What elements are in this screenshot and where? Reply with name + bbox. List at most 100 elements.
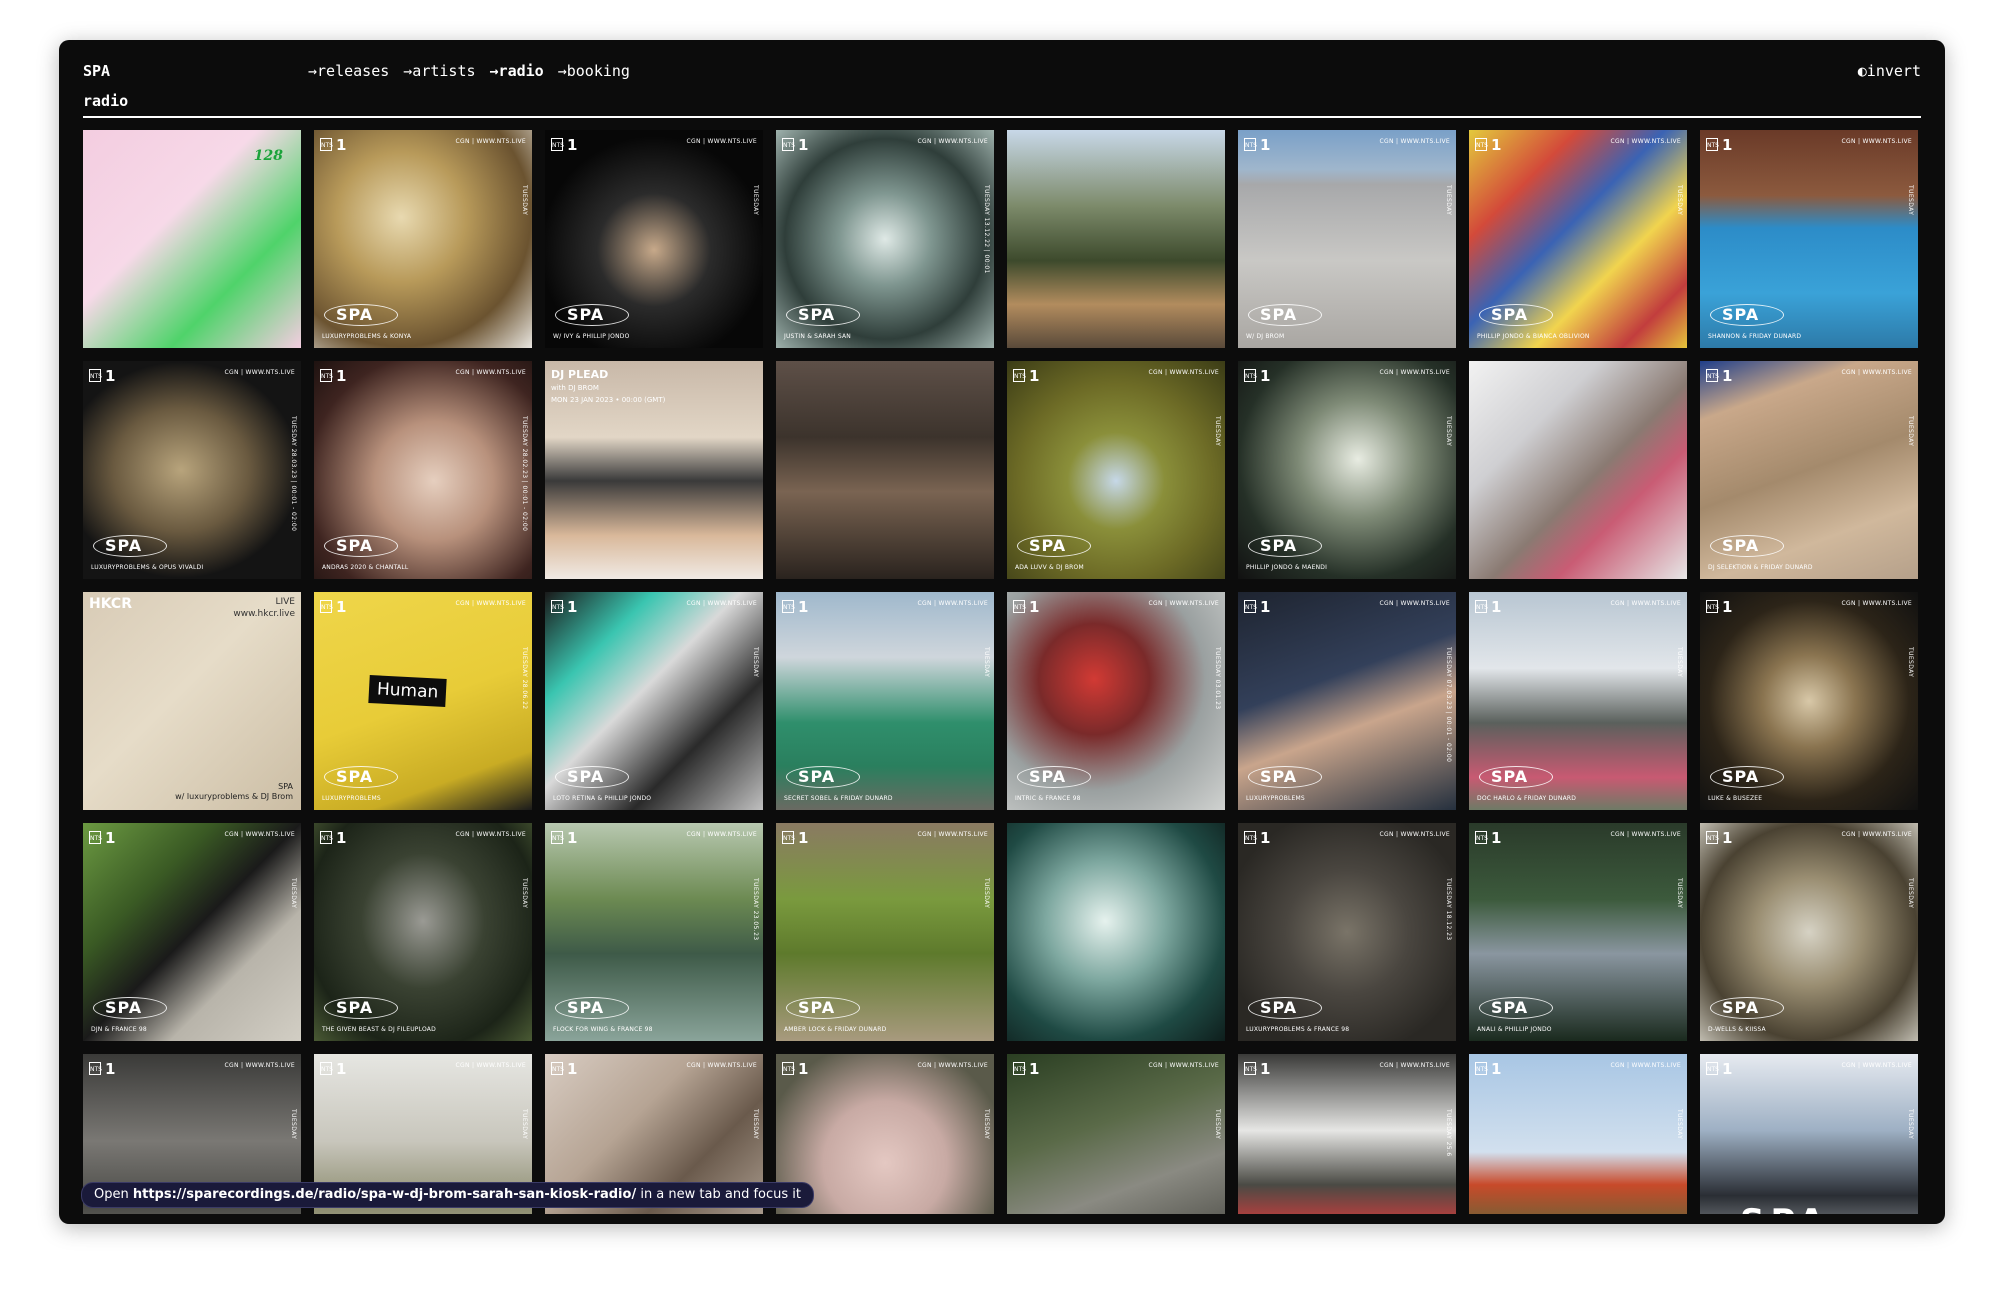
radio-show-tile[interactable] bbox=[776, 361, 994, 579]
nav-booking[interactable]: →booking bbox=[558, 62, 630, 80]
station-url: CGN | WWW.NTS.LIVE bbox=[1379, 138, 1450, 145]
nts-channel: 1 bbox=[1491, 1059, 1502, 1078]
radio-show-tile[interactable]: NTS1 CGN | WWW.NTS.LIVE TUESDAY SPA bbox=[1700, 1054, 1918, 1214]
nts-channel: 1 bbox=[1722, 828, 1733, 847]
show-date: TUESDAY 25.6 bbox=[1445, 1109, 1452, 1157]
show-guests: LUXURYPROBLEMS bbox=[322, 795, 381, 802]
status-prefix: Open bbox=[94, 1187, 129, 1202]
spa-logo: SPA bbox=[1491, 767, 1529, 786]
nts-badge: NTS 1 bbox=[551, 1060, 577, 1078]
station-url: CGN | WWW.NTS.LIVE bbox=[455, 600, 526, 607]
radio-show-tile[interactable]: NTS 1 CGN | WWW.NTS.LIVE TUESDAY bbox=[1469, 1054, 1687, 1214]
link-status-tooltip: Open https://sparecordings.de/radio/spa-… bbox=[81, 1182, 814, 1208]
station-url: CGN | WWW.NTS.LIVE bbox=[686, 831, 757, 838]
show-guests: DOC HARLO & FRIDAY DUNARD bbox=[1477, 795, 1577, 802]
invert-toggle[interactable]: ◐invert bbox=[1858, 62, 1921, 80]
radio-show-tile[interactable]: HKCR LIVE www.hkcr.live SPA w/ luxuryproblem… bbox=[83, 592, 301, 810]
nav-artists[interactable]: →artists bbox=[403, 62, 475, 80]
nts-mark-icon: NTS bbox=[782, 831, 795, 844]
nts-channel: 1 bbox=[336, 1059, 347, 1078]
browser-page: SPA →releases →artists →radio →booking ◐… bbox=[59, 40, 1945, 1224]
site-logo[interactable]: SPA bbox=[83, 62, 110, 80]
radio-show-tile[interactable]: NTS 1 CGN | WWW.NTS.LIVE TUESDAY SPA AMBER LO… bbox=[776, 823, 994, 1041]
nts-mark-icon: NTS bbox=[1013, 369, 1026, 382]
show-guests: SHANNON & FRIDAY DUNARD bbox=[1708, 333, 1802, 340]
nts-badge: NTS 1 bbox=[1013, 1060, 1039, 1078]
station-url: CGN | WWW.NTS.LIVE bbox=[917, 600, 988, 607]
radio-show-tile[interactable]: NTS 1 CGN | WWW.NTS.LIVE TUESDAY SPA SHANNON … bbox=[1700, 130, 1918, 348]
nav-releases[interactable]: →releases bbox=[308, 62, 389, 80]
radio-show-tile[interactable]: NTS 1 CGN | WWW.NTS.LIVE TUESDAY SPA ANALI & … bbox=[1469, 823, 1687, 1041]
show-date: TUESDAY bbox=[1445, 185, 1452, 216]
radio-show-tile[interactable]: NTS 1 CGN | WWW.NTS.LIVE TUESDAY SPA LOTO RET… bbox=[545, 592, 763, 810]
nts-mark-icon: NTS bbox=[1706, 369, 1719, 382]
radio-show-tile[interactable]: NTS 1 CGN | WWW.NTS.LIVE TUESDAY SPA PHILLIP … bbox=[1469, 130, 1687, 348]
radio-show-tile[interactable]: NTS 1 CGN | WWW.NTS.LIVE TUESDAY 28.02.23 |… bbox=[314, 361, 532, 579]
radio-show-tile[interactable]: NTS 1 CGN | WWW.NTS.LIVE TUESDAY SPA THE GIVE… bbox=[314, 823, 532, 1041]
radio-show-tile[interactable]: NTS 1 CGN | WWW.NTS.LIVE TUESDAY SPA SECRET S… bbox=[776, 592, 994, 810]
radio-show-tile[interactable]: NTS 1 CGN | WWW.NTS.LIVE TUESDAY 13.12.22 |… bbox=[776, 130, 994, 348]
show-date: TUESDAY 18.12.23 bbox=[1445, 878, 1452, 941]
radio-show-tile[interactable]: 128 bbox=[83, 130, 301, 348]
nts-badge: NTS 1 bbox=[1244, 136, 1270, 154]
spa-logo: SPA bbox=[336, 998, 374, 1017]
radio-show-tile[interactable]: NTS 1 CGN | WWW.NTS.LIVE TUESDAY SPA PHILLIP … bbox=[1238, 361, 1456, 579]
radio-show-tile[interactable]: DJ PLEAD with DJ BROM MON 23 JAN 2023 • 00… bbox=[545, 361, 763, 579]
station-url: CGN | WWW.NTS.LIVE bbox=[1841, 1062, 1912, 1069]
nts-mark-icon: NTS bbox=[1244, 369, 1257, 382]
show-guests: LOTO RETINA & PHILLIP JONDO bbox=[553, 795, 652, 802]
nts-channel: 1 bbox=[798, 597, 809, 616]
radio-show-tile[interactable]: NTS 1 CGN | WWW.NTS.LIVE TUESDAY SPA LUKE & B… bbox=[1700, 592, 1918, 810]
radio-show-tile[interactable]: NTS 1 CGN | WWW.NTS.LIVE TUESDAY 07.03.23 |… bbox=[1238, 592, 1456, 810]
station-url: CGN | WWW.NTS.LIVE bbox=[686, 600, 757, 607]
radio-show-tile[interactable]: NTS 1 CGN | WWW.NTS.LIVE TUESDAY SPA LUXURYPR… bbox=[314, 130, 532, 348]
radio-show-tile[interactable]: NTS 1 CGN | WWW.NTS.LIVE TUESDAY bbox=[1007, 1054, 1225, 1214]
spa-logo: SPA bbox=[1740, 1202, 1831, 1214]
nts-channel: 1 bbox=[798, 135, 809, 154]
show-artwork bbox=[1700, 1054, 1918, 1214]
show-date: TUESDAY 28.02.23 | 00:01 - 02:00 bbox=[521, 416, 528, 532]
radio-show-tile[interactable] bbox=[1007, 823, 1225, 1041]
station-url: CGN | WWW.NTS.LIVE bbox=[224, 1062, 295, 1069]
nts-channel: 1 bbox=[105, 828, 116, 847]
radio-show-tile[interactable]: NTS 1 CGN | WWW.NTS.LIVE TUESDAY 23.05.23 SP… bbox=[545, 823, 763, 1041]
radio-show-tile[interactable] bbox=[1469, 361, 1687, 579]
radio-show-tile[interactable]: NTS 1 CGN | WWW.NTS.LIVE TUESDAY 28.03.23 |… bbox=[83, 361, 301, 579]
show-date: TUESDAY bbox=[290, 878, 297, 909]
hckr-live: LIVE bbox=[275, 597, 295, 607]
radio-show-tile[interactable]: NTS 1 CGN | WWW.NTS.LIVE TUESDAY SPA W/ IVY &… bbox=[545, 130, 763, 348]
radio-show-tile[interactable]: NTS 1 CGN | WWW.NTS.LIVE TUESDAY SPA D-WELLS … bbox=[1700, 823, 1918, 1041]
radio-show-tile[interactable] bbox=[1007, 130, 1225, 348]
show-date: TUESDAY bbox=[752, 1109, 759, 1140]
nts-mark-icon: NTS bbox=[1706, 138, 1719, 151]
station-url: CGN | WWW.NTS.LIVE bbox=[1379, 600, 1450, 607]
show-date: TUESDAY bbox=[1907, 647, 1914, 678]
radio-show-tile[interactable]: NTS 1 CGN | WWW.NTS.LIVE TUESDAY 28.06.22 Hu… bbox=[314, 592, 532, 810]
spa-logo: SPA bbox=[1260, 305, 1298, 324]
radio-show-tile[interactable]: NTS 1 CGN | WWW.NTS.LIVE TUESDAY SPA ADA LUVV… bbox=[1007, 361, 1225, 579]
radio-show-tile[interactable]: NTS 1 CGN | WWW.NTS.LIVE TUESDAY SPA W/ DJ BR… bbox=[1238, 130, 1456, 348]
station-url: CGN | WWW.NTS.LIVE bbox=[1841, 600, 1912, 607]
spa-logo: SPA bbox=[798, 998, 836, 1017]
radio-show-tile[interactable]: NTS 1 CGN | WWW.NTS.LIVE TUESDAY 25.6 bbox=[1238, 1054, 1456, 1214]
radio-show-tile[interactable]: NTS 1 CGN | WWW.NTS.LIVE TUESDAY 03.01.23 SP… bbox=[1007, 592, 1225, 810]
nts-badge: NTS 1 bbox=[320, 598, 346, 616]
radio-show-tile[interactable]: NTS 1 CGN | WWW.NTS.LIVE TUESDAY SPA DJ SELEK… bbox=[1700, 361, 1918, 579]
radio-show-tile[interactable]: NTS 1 CGN | WWW.NTS.LIVE TUESDAY 18.12.23 SP… bbox=[1238, 823, 1456, 1041]
nts-channel: 1 bbox=[1260, 597, 1271, 616]
nav-radio[interactable]: →radio bbox=[490, 62, 544, 80]
spa-logo: SPA bbox=[105, 536, 143, 555]
show-date: TUESDAY bbox=[290, 1109, 297, 1140]
nts-badge: NTS 1 bbox=[320, 829, 346, 847]
nts-badge: NTS 1 bbox=[782, 829, 808, 847]
radio-show-tile[interactable]: NTS 1 CGN | WWW.NTS.LIVE TUESDAY SPA DOC HARL… bbox=[1469, 592, 1687, 810]
nts-badge: NTS 1 bbox=[1013, 598, 1039, 616]
human-label: Human bbox=[368, 674, 447, 708]
station-url: CGN | WWW.NTS.LIVE bbox=[686, 1062, 757, 1069]
status-url: https://sparecordings.de/radio/spa-w-dj-… bbox=[132, 1187, 637, 1202]
nts-channel: 1 bbox=[105, 366, 116, 385]
show-guests: JUSTIN & SARAH SAN bbox=[784, 333, 851, 340]
show-artwork bbox=[776, 361, 994, 579]
radio-show-tile[interactable]: NTS 1 CGN | WWW.NTS.LIVE TUESDAY SPA DJN & FR… bbox=[83, 823, 301, 1041]
nts-badge: NTS 1 bbox=[1244, 829, 1270, 847]
